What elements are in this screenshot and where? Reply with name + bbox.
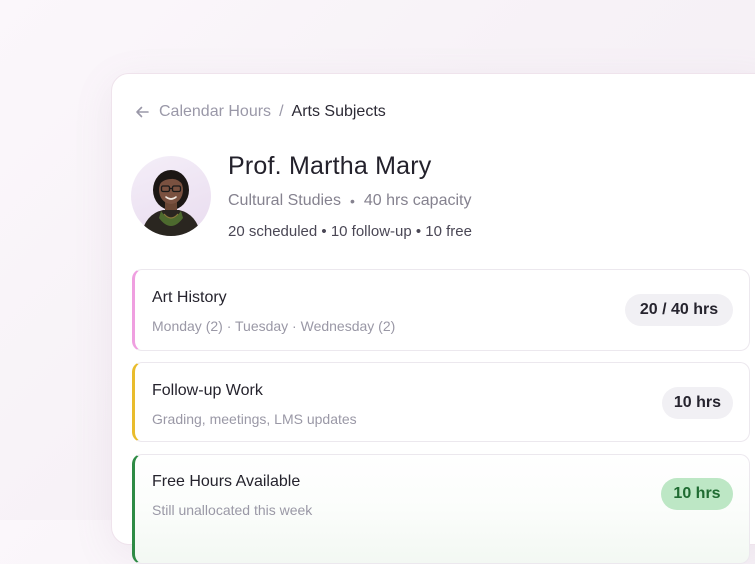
profile-meta: Cultural Studies • 40 hrs capacity: [228, 192, 471, 210]
card-subtitle: Monday (2) · Tuesday · Wednesday (2): [152, 318, 396, 334]
profile-department: Cultural Studies: [228, 192, 341, 209]
card-subtitle: Grading, meetings, LMS updates: [152, 411, 357, 427]
card-art-history[interactable]: Art History Monday (2) · Tuesday · Wedne…: [132, 269, 750, 351]
card-title: Follow-up Work: [152, 382, 263, 399]
card-subtitle: Still unallocated this week: [152, 502, 313, 518]
card-follow-up-work[interactable]: Follow-up Work Grading, meetings, LMS up…: [132, 362, 750, 442]
card-title: Art History: [152, 289, 227, 306]
hours-badge: 10 hrs: [661, 478, 733, 510]
breadcrumb-separator: /: [279, 103, 284, 120]
meta-separator: •: [349, 193, 355, 209]
hours-badge: 10 hrs: [661, 387, 733, 419]
hours-summary: 20 scheduled • 10 follow-up • 10 free: [228, 223, 472, 240]
card-title: Free Hours Available: [152, 473, 301, 490]
arrow-left-icon[interactable]: [134, 104, 150, 120]
schedule-panel: Calendar Hours / Arts Subjects Prof. Mar…: [111, 73, 755, 564]
profile-name: Prof. Martha Mary: [228, 152, 432, 180]
hours-badge: 20 / 40 hrs: [625, 294, 733, 326]
card-free-hours[interactable]: Free Hours Available Still unallocated t…: [132, 454, 750, 564]
breadcrumb-current: Arts Subjects: [291, 103, 386, 120]
breadcrumb: Calendar Hours / Arts Subjects: [134, 102, 386, 122]
breadcrumb-link-calendar-hours[interactable]: Calendar Hours: [159, 103, 271, 121]
avatar: [131, 156, 211, 236]
profile-capacity: 40 hrs capacity: [363, 192, 472, 209]
